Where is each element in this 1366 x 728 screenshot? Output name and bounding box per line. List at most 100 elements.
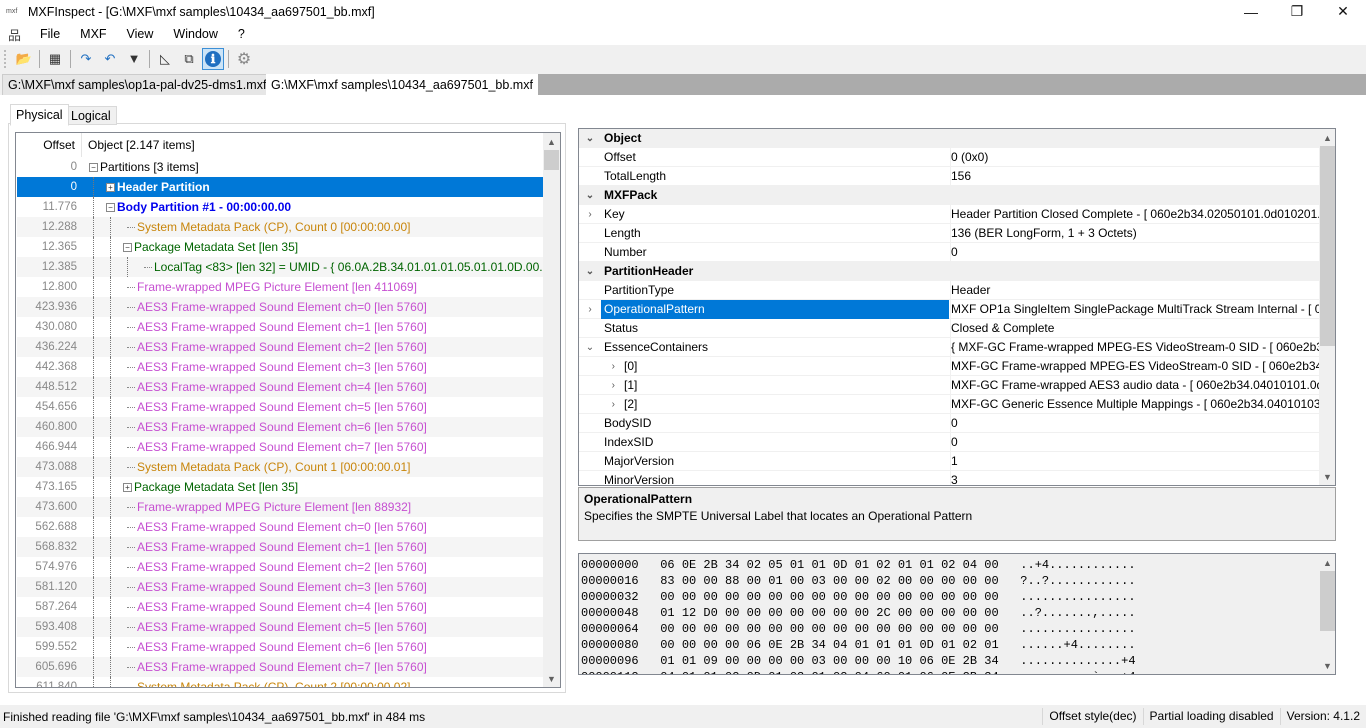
tree-row[interactable]: 611.840 System Metadata Pack (CP), Count … [17,677,543,687]
chevron-down-icon[interactable]: ⌄ [579,266,601,277]
settings-button[interactable]: ⚙ [233,48,255,70]
find-next-button[interactable]: ↷ [75,48,97,70]
property-value[interactable]: Header [950,280,1322,300]
tree-scrollbar[interactable]: ▲ ▼ [543,133,560,687]
tree-row[interactable]: 581.120 AES3 Frame-wrapped Sound Element … [17,577,543,597]
property-row[interactable]: ⌄ EssenceContainers { MXF-GC Frame-wrapped… [579,337,1335,357]
chevron-right-icon[interactable]: › [579,209,601,220]
property-row[interactable]: Length 136 (BER LongForm, 1 + 3 Octets) [579,223,1335,243]
toolbar-grip[interactable] [4,49,8,68]
property-row[interactable]: › [1] MXF-GC Frame-wrapped AES3 audio data… [579,375,1335,395]
property-value[interactable]: 1 [950,451,1322,471]
tree-row[interactable]: 12.288 System Metadata Pack (CP), Count 0… [17,217,543,237]
property-value[interactable]: MXF-GC Frame-wrapped AES3 audio data - [… [950,375,1322,395]
property-value[interactable]: MXF-GC Generic Essence Multiple Mappings… [950,394,1322,414]
tree-row[interactable]: 12.365 − Package Metadata Set [len 35] [17,237,543,257]
chevron-down-icon[interactable]: ⌄ [579,133,601,144]
tree-row[interactable]: 473.600 Frame-wrapped MPEG Picture Elemen… [17,497,543,517]
scroll-up-icon[interactable]: ▲ [543,133,560,150]
collapse-icon[interactable]: − [123,242,132,252]
restore-button[interactable]: ❐ [1274,0,1320,23]
property-row[interactable]: › Key Header Partition Closed Complete - [… [579,204,1335,224]
property-category[interactable]: ⌄ PartitionHeader [579,262,1335,281]
tree-row[interactable]: 448.512 AES3 Frame-wrapped Sound Element … [17,377,543,397]
hex-view[interactable]: 00000000 06 0E 2B 34 02 05 01 01 0D 01 0… [578,553,1336,675]
hex-row[interactable]: 00000112 04 01 01 02 0D 01 03 01 02 04 6… [579,669,1335,674]
hex-row[interactable]: 00000064 00 00 00 00 00 00 00 00 00 00 0… [579,621,1335,637]
tree-row[interactable]: 430.080 AES3 Frame-wrapped Sound Element … [17,317,543,337]
property-value[interactable]: 0 [950,432,1322,452]
tree-row[interactable]: 605.696 AES3 Frame-wrapped Sound Element … [17,657,543,677]
object-column-header[interactable]: Object [2.147 items] [82,138,195,152]
collapse-icon[interactable]: − [89,162,98,172]
tree-row[interactable]: 0 + Header Partition [17,177,543,197]
property-value[interactable]: 3 [950,470,1322,485]
collapse-icon[interactable]: − [106,202,115,212]
menu-help[interactable]: ? [228,27,255,41]
tree-row[interactable]: 593.408 AES3 Frame-wrapped Sound Element … [17,617,543,637]
tab-physical[interactable]: Physical [10,104,69,126]
tree-row[interactable]: 11.776 − Body Partition #1 - 00:00:00.00 [17,197,543,217]
tree-row[interactable]: 473.165 + Package Metadata Set [len 35] [17,477,543,497]
property-row[interactable]: › [0] MXF-GC Frame-wrapped MPEG-ES VideoSt… [579,356,1335,376]
menu-file[interactable]: File [30,27,70,41]
resize-button[interactable]: ◺ [154,48,176,70]
property-row[interactable]: IndexSID 0 [579,432,1335,452]
property-value[interactable]: 136 (BER LongForm, 1 + 3 Octets) [950,223,1322,243]
property-category[interactable]: ⌄ Object [579,129,1335,148]
minimize-button[interactable]: — [1228,0,1274,23]
property-value[interactable]: 0 (0x0) [950,147,1322,167]
property-row[interactable]: PartitionType Header [579,280,1335,300]
property-row[interactable]: TotalLength 156 [579,166,1335,186]
scroll-down-icon[interactable]: ▼ [1319,468,1335,485]
property-value[interactable]: MXF OP1a SingleItem SinglePackage MultiT… [950,299,1322,319]
property-scrollbar[interactable]: ▲ ▼ [1319,129,1335,485]
hex-row[interactable]: 00000080 00 00 00 00 06 0E 2B 34 04 01 0… [579,637,1335,653]
expand-icon[interactable]: + [106,182,115,192]
tab-logical[interactable]: Logical [65,106,117,125]
expand-icon[interactable]: + [123,482,132,492]
tree-row[interactable]: 423.936 AES3 Frame-wrapped Sound Element … [17,297,543,317]
property-value[interactable]: Closed & Complete [950,318,1322,338]
hex-row[interactable]: 00000016 83 00 00 88 00 01 00 03 00 00 0… [579,573,1335,589]
chevron-right-icon[interactable]: › [579,304,601,315]
scroll-thumb[interactable] [544,150,559,170]
hex-scrollbar[interactable]: ▲ ▼ [1319,554,1335,674]
tree-row[interactable]: 562.688 AES3 Frame-wrapped Sound Element … [17,517,543,537]
scroll-up-icon[interactable]: ▲ [1319,554,1335,571]
tree-row[interactable]: 0 − Partitions [3 items] [17,157,543,177]
scroll-thumb[interactable] [1320,146,1335,346]
property-row[interactable]: BodySID 0 [579,413,1335,433]
chevron-right-icon[interactable]: › [579,380,621,391]
scroll-down-icon[interactable]: ▼ [1319,657,1335,674]
property-row[interactable]: MinorVersion 3 [579,470,1335,485]
tree-row[interactable]: 460.800 AES3 Frame-wrapped Sound Element … [17,417,543,437]
property-row[interactable]: › [2] MXF-GC Generic Essence Multiple Mapp… [579,394,1335,414]
hex-row[interactable]: 00000048 01 12 D0 00 00 00 00 00 00 00 2… [579,605,1335,621]
property-value[interactable]: 0 [950,413,1322,433]
tree-row[interactable]: 454.656 AES3 Frame-wrapped Sound Element … [17,397,543,417]
hex-row[interactable]: 00000096 01 01 09 00 00 00 00 03 00 00 0… [579,653,1335,669]
scroll-up-icon[interactable]: ▲ [1319,129,1335,146]
menu-view[interactable]: View [117,27,164,41]
property-row[interactable]: MajorVersion 1 [579,451,1335,471]
property-row[interactable]: Offset 0 (0x0) [579,147,1335,167]
property-row[interactable]: › OperationalPattern MXF OP1a SingleItem S… [579,299,1335,319]
object-tree[interactable]: Offset Object [2.147 items] 0− Partitions… [15,132,561,688]
collapse-all-button[interactable]: ⧉ [178,48,200,70]
tree-row[interactable]: 442.368 AES3 Frame-wrapped Sound Element … [17,357,543,377]
menu-mxf[interactable]: MXF [70,27,116,41]
report-button[interactable]: ▦ [44,48,66,70]
hex-row[interactable]: 00000032 00 00 00 00 00 00 00 00 00 00 0… [579,589,1335,605]
offset-style-status[interactable]: Offset style(dec) [1042,708,1142,725]
property-row[interactable]: Status Closed & Complete [579,318,1335,338]
property-value[interactable]: Header Partition Closed Complete - [ 060… [950,204,1322,224]
chevron-right-icon[interactable]: › [579,361,621,372]
partial-loading-status[interactable]: Partial loading disabled [1142,708,1280,725]
menu-window[interactable]: Window [163,27,227,41]
offset-column-header[interactable]: Offset [16,133,82,157]
tree-row[interactable]: 574.976 AES3 Frame-wrapped Sound Element … [17,557,543,577]
chevron-right-icon[interactable]: › [579,399,621,410]
tree-row[interactable]: 568.832 AES3 Frame-wrapped Sound Element … [17,537,543,557]
tree-row[interactable]: 12.800 Frame-wrapped MPEG Picture Element… [17,277,543,297]
